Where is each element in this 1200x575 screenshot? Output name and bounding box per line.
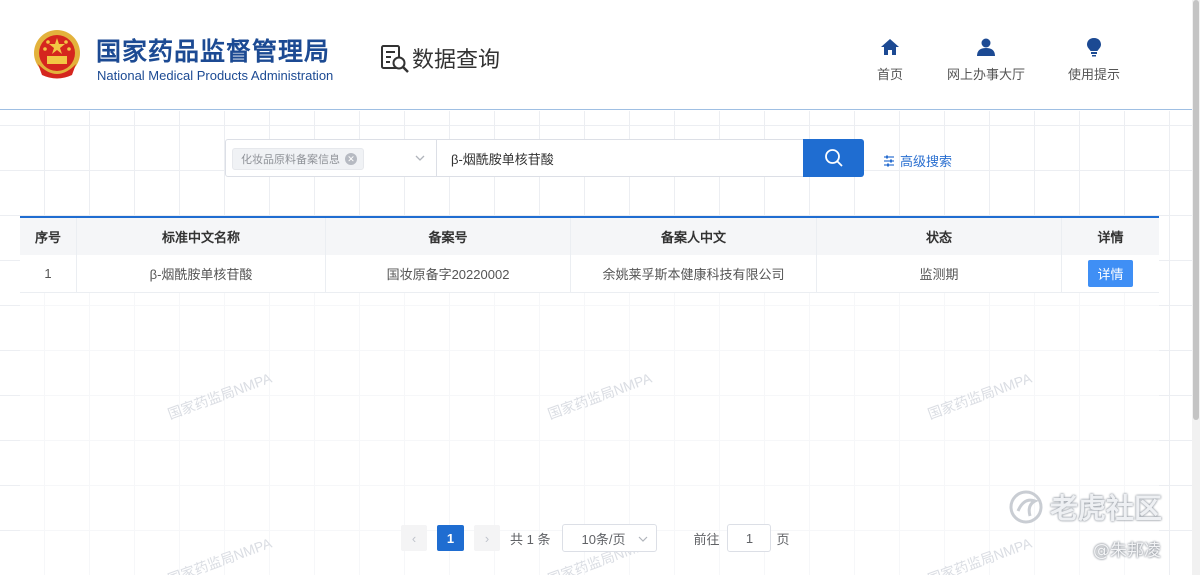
goto-page-input[interactable] xyxy=(727,524,772,552)
tag-close-icon[interactable]: ✕ xyxy=(345,153,357,165)
cell-applicant: 余姚莱孚斯本健康科技有限公司 xyxy=(571,255,817,292)
chevron-down-icon xyxy=(415,155,425,161)
tiger-community-logo-icon xyxy=(1009,490,1043,524)
table-header: 序号 标准中文名称 备案号 备案人中文 状态 详情 xyxy=(20,218,1159,255)
user-icon xyxy=(977,38,995,56)
content-area: 化妆品原料备案信息 ✕ 高级搜索 序号 标准中文名称 备案号 备案人中文 xyxy=(0,111,1192,575)
nav-usage-tips-label: 使用提示 xyxy=(1067,67,1120,82)
category-tag: 化妆品原料备案信息 ✕ xyxy=(232,148,364,170)
page-size-select[interactable]: 10条/页 xyxy=(562,524,658,552)
author-handle: @朱邦凌 xyxy=(1093,541,1161,561)
column-header-record-no: 备案号 xyxy=(326,218,571,255)
nav-online-service-hall[interactable]: 网上办事大厅 xyxy=(940,37,1032,83)
community-watermark: 老虎社区 xyxy=(1008,487,1162,527)
table-row: 1 β-烟酰胺单核苷酸 国妆原备字20220002 余姚莱孚斯本健康科技有限公司… xyxy=(20,255,1159,293)
page-title: 数据查询 xyxy=(412,48,501,73)
category-select[interactable]: 化妆品原料备案信息 ✕ xyxy=(225,139,437,177)
cell-record-no: 国妆原备字20220002 xyxy=(326,255,571,292)
cell-status: 监测期 xyxy=(817,255,1062,292)
cell-detail: 详情 xyxy=(1062,255,1159,292)
page-scrollbar[interactable] xyxy=(1192,0,1200,575)
scrollbar-thumb[interactable] xyxy=(1193,0,1199,420)
national-emblem-icon xyxy=(34,30,80,79)
search-input[interactable] xyxy=(437,139,804,177)
site-header: 国家药品监督管理局 National Medical Products Admi… xyxy=(0,0,1200,110)
results-table: 序号 标准中文名称 备案号 备案人中文 状态 详情 1 β-烟酰胺单核苷酸 国妆… xyxy=(20,216,1159,293)
column-header-index: 序号 xyxy=(20,218,77,255)
org-name-en: National Medical Products Administration xyxy=(97,68,334,83)
column-header-detail: 详情 xyxy=(1097,230,1124,245)
goto-prefix: 前往 xyxy=(693,531,720,547)
category-tag-label: 化妆品原料备案信息 xyxy=(241,154,340,166)
total-count: 共 1 条 xyxy=(510,531,551,547)
org-name-cn: 国家药品监督管理局 xyxy=(96,37,331,66)
detail-button[interactable]: 详情 xyxy=(1088,260,1133,287)
goto-suffix: 页 xyxy=(776,531,790,547)
column-header-status: 状态 xyxy=(817,218,1062,255)
advanced-search-link[interactable]: 高级搜索 xyxy=(883,151,952,170)
prev-page-button[interactable]: ‹ xyxy=(401,525,427,551)
column-header-name: 标准中文名称 xyxy=(77,218,326,255)
lightbulb-icon xyxy=(1087,38,1101,57)
community-name: 老虎社区 xyxy=(1050,492,1163,525)
search-button[interactable] xyxy=(803,139,864,177)
chevron-down-icon xyxy=(639,536,648,542)
search-icon xyxy=(824,149,843,167)
document-search-icon xyxy=(381,45,409,73)
data-query-title: 数据查询 xyxy=(380,42,500,74)
pagination: ‹ 1 › 共 1 条 10条/页 前往 页 xyxy=(401,524,802,552)
cell-index: 1 xyxy=(20,255,77,292)
home-icon xyxy=(881,39,899,55)
column-header-applicant: 备案人中文 xyxy=(571,218,817,255)
page-size-value: 10条/页 xyxy=(581,531,626,547)
page-number-current[interactable]: 1 xyxy=(437,525,464,551)
next-page-button[interactable]: › xyxy=(474,525,500,551)
nav-home[interactable]: 首页 xyxy=(870,37,910,83)
nav-usage-tips[interactable]: 使用提示 xyxy=(1063,37,1125,83)
cell-name: β-烟酰胺单核苷酸 xyxy=(77,255,326,292)
nav-home-label: 首页 xyxy=(876,67,903,82)
advanced-search-label: 高级搜索 xyxy=(900,154,953,169)
filter-sliders-icon xyxy=(884,155,894,166)
nav-online-service-hall-label: 网上办事大厅 xyxy=(946,67,1025,82)
